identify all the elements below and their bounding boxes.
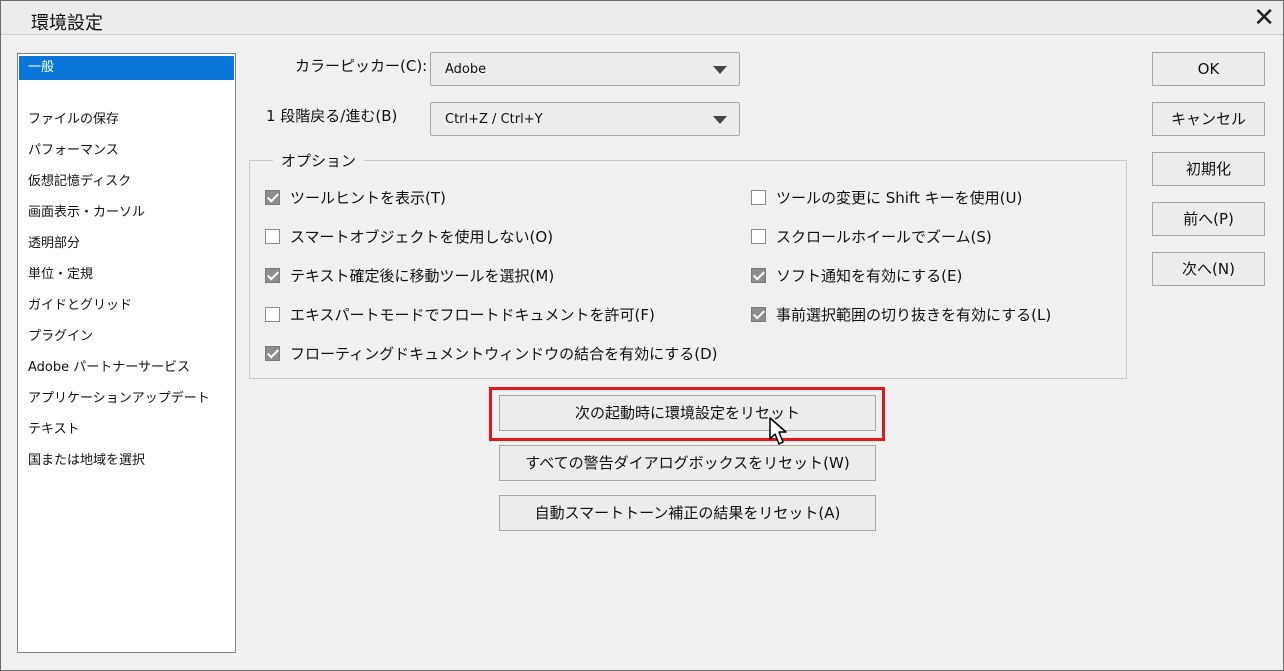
checkbox[interactable]	[751, 190, 766, 205]
color-picker-select[interactable]: Adobe	[430, 52, 740, 86]
option-label: エキスパートモードでフロートドキュメントを許可(F)	[290, 306, 655, 324]
undo-redo-value: Ctrl+Z / Ctrl+Y	[445, 112, 543, 127]
dialog-content: 一般 ファイルの保存 パフォーマンス 仮想記憶ディスク 画面表示・カーソル 透明…	[1, 35, 1283, 670]
sidebar-item-transparency[interactable]: 透明部分	[19, 232, 234, 256]
checkbox[interactable]	[265, 307, 280, 322]
reset-button[interactable]: 初期化	[1152, 152, 1265, 186]
option-label: 事前選択範囲の切り抜きを有効にする(L)	[776, 306, 1052, 324]
option-label: スマートオブジェクトを使用しない(O)	[290, 228, 554, 246]
sidebar-item-scratch-disks[interactable]: 仮想記憶ディスク	[19, 170, 234, 194]
category-list: 一般 ファイルの保存 パフォーマンス 仮想記憶ディスク 画面表示・カーソル 透明…	[17, 53, 236, 653]
highlight-frame	[489, 387, 885, 441]
next-button[interactable]: 次へ(N)	[1152, 252, 1265, 286]
sidebar-item-country-region[interactable]: 国または地域を選択	[19, 449, 234, 473]
checkbox[interactable]	[265, 229, 280, 244]
sidebar-item-app-updates[interactable]: アプリケーションアップデート	[19, 387, 234, 411]
sidebar-item-type[interactable]: テキスト	[19, 418, 234, 442]
option-label: ツールヒントを表示(T)	[290, 189, 446, 207]
preferences-dialog: 環境設定 ✕ 一般 ファイルの保存 パフォーマンス 仮想記憶ディスク 画面表示・…	[0, 0, 1284, 671]
reset-warnings-button[interactable]: すべての警告ダイアログボックスをリセット(W)	[499, 445, 876, 481]
dialog-title: 環境設定	[31, 13, 103, 34]
checkbox[interactable]	[751, 268, 766, 283]
ok-button[interactable]: OK	[1152, 52, 1265, 86]
options-legend: オプション	[273, 150, 365, 171]
option-label: ソフト通知を有効にする(E)	[776, 267, 963, 285]
checkbox[interactable]	[265, 346, 280, 361]
sidebar-item-adobe-partner-services[interactable]: Adobe パートナーサービス	[19, 356, 234, 380]
chevron-down-icon	[713, 116, 727, 124]
undo-redo-label: 1 段階戻る/進む(B)	[266, 107, 398, 125]
checkbox[interactable]	[751, 307, 766, 322]
prev-button[interactable]: 前へ(P)	[1152, 202, 1265, 236]
checkbox[interactable]	[265, 268, 280, 283]
option-label: スクロールホイールでズーム(S)	[776, 228, 992, 246]
sidebar-item-display-cursors[interactable]: 画面表示・カーソル	[19, 201, 234, 225]
option-label: テキスト確定後に移動ツールを選択(M)	[290, 267, 555, 285]
color-picker-value: Adobe	[445, 62, 487, 77]
color-picker-label: カラーピッカー(C):	[295, 57, 428, 75]
checkbox[interactable]	[265, 190, 280, 205]
reset-smart-tone-button[interactable]: 自動スマートトーン補正の結果をリセット(A)	[499, 495, 876, 531]
mouse-cursor-icon	[769, 417, 787, 445]
option-label: ツールの変更に Shift キーを使用(U)	[776, 189, 1023, 207]
sidebar-item-file-saving[interactable]: ファイルの保存	[19, 108, 234, 132]
close-icon[interactable]: ✕	[1253, 3, 1275, 33]
cancel-button[interactable]: キャンセル	[1152, 102, 1265, 136]
undo-redo-select[interactable]: Ctrl+Z / Ctrl+Y	[430, 102, 740, 136]
sidebar-item-performance[interactable]: パフォーマンス	[19, 139, 234, 163]
chevron-down-icon	[713, 66, 727, 74]
checkbox[interactable]	[751, 229, 766, 244]
sidebar-item-plugins[interactable]: プラグイン	[19, 325, 234, 349]
option-label: フローティングドキュメントウィンドウの結合を有効にする(D)	[290, 345, 718, 363]
sidebar-item-guides-grid[interactable]: ガイドとグリッド	[19, 294, 234, 318]
title-bar: 環境設定 ✕	[1, 1, 1283, 35]
sidebar-item-units-rulers[interactable]: 単位・定規	[19, 263, 234, 287]
sidebar-item-general[interactable]: 一般	[19, 56, 234, 80]
